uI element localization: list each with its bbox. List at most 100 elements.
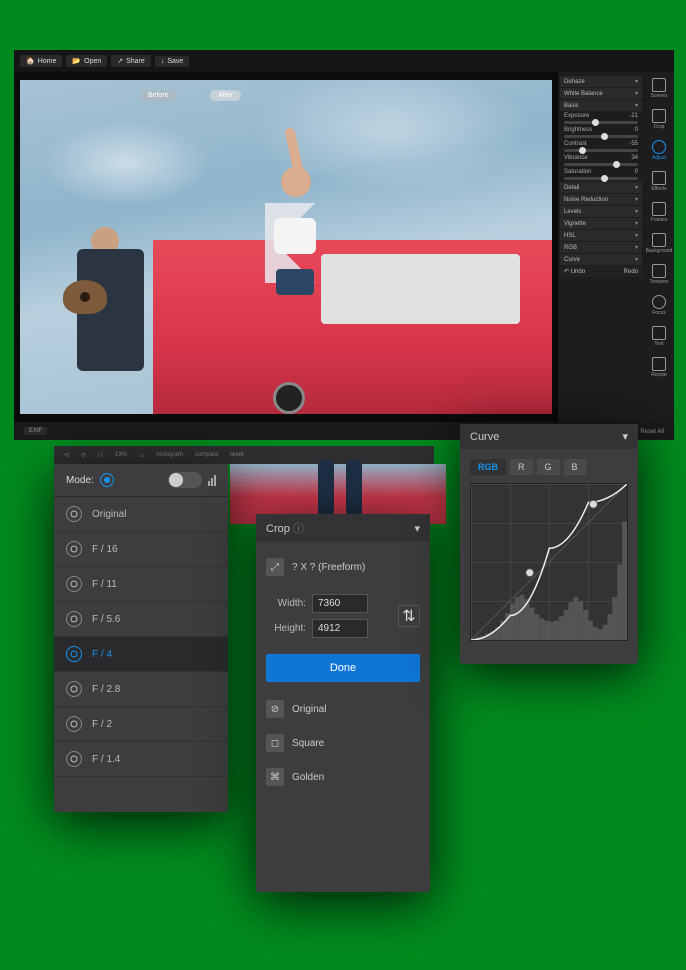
crop-preset-golden[interactable]: ⌘ Golden [266, 760, 420, 794]
tool-background[interactable]: Background [647, 233, 671, 254]
curve-header: Curve▾ [460, 424, 638, 449]
preset-label: Original [292, 704, 326, 715]
channel-r[interactable]: R [510, 459, 533, 475]
aperture-panel: Mode: Original F / 16 F / 11 F / 5.6 F / 4 F … [54, 464, 228, 812]
redo-button[interactable]: Redo [624, 269, 638, 275]
tool-recipe[interactable]: Recipe [647, 357, 671, 378]
adjust-panel: Dehaze▾ White Balance▾ Basic▾ Exposure-2… [558, 72, 644, 422]
tool-text[interactable]: Text [647, 326, 671, 347]
aperture-icon [66, 681, 82, 697]
home-button[interactable]: 🏠 Home [20, 55, 62, 67]
section-hsl[interactable]: HSL▾ [560, 230, 642, 241]
aperture-icon [66, 646, 82, 662]
save-label: Save [167, 58, 183, 65]
photo-person-guitar [63, 227, 159, 414]
photo-person-arms-up [243, 127, 360, 381]
aperture-item-2[interactable]: F / 11 [54, 567, 228, 602]
vibrance-slider[interactable]: Vibrance34 [560, 154, 642, 167]
aperture-label: F / 1.4 [92, 754, 120, 765]
section-basic[interactable]: Basic▾ [560, 100, 642, 111]
freeform-icon: ⤢ [266, 558, 284, 576]
tool-strip: Scenes Crop Adjust Effects Frames Backgr… [644, 72, 674, 422]
aperture-label: F / 2.8 [92, 684, 120, 695]
linear-mode-icon[interactable] [208, 474, 216, 486]
height-input[interactable] [312, 619, 368, 638]
crop-freeform-row[interactable]: ⤢? X ? (Freeform) [266, 558, 420, 576]
photo-legs [310, 460, 370, 520]
after-label[interactable]: After [210, 90, 241, 101]
radial-mode-icon[interactable] [100, 473, 114, 487]
aperture-list: Original F / 16 F / 11 F / 5.6 F / 4 F / 2.8 F… [54, 497, 228, 777]
swap-dimensions-button[interactable]: ⇅ [398, 605, 420, 627]
saturation-slider[interactable]: Saturation0 [560, 168, 642, 181]
tool-textures[interactable]: Textures [647, 264, 671, 285]
collapse-icon[interactable]: ▾ [414, 522, 420, 535]
image-canvas[interactable]: Before After [20, 80, 552, 414]
mode-toggle[interactable] [168, 472, 202, 488]
preset-icon: ⌘ [266, 768, 284, 786]
crop-preset-square[interactable]: ◻ Square [266, 726, 420, 760]
section-noise-reduction[interactable]: Noise Reduction▾ [560, 194, 642, 205]
crop-panel: Crop ⓘ▾ ⤢? X ? (Freeform) Width: Height:… [256, 514, 430, 892]
tool-effects[interactable]: Effects [647, 171, 671, 192]
preset-label: Golden [292, 772, 324, 783]
channel-rgb[interactable]: RGB [470, 459, 506, 475]
tool-adjust[interactable]: Adjust [647, 140, 671, 161]
undo-button[interactable]: ↶ Undo [564, 268, 585, 275]
tool-crop[interactable]: Crop [647, 109, 671, 130]
exif-dropdown[interactable]: EXIF [24, 427, 47, 435]
aperture-item-7[interactable]: F / 1.4 [54, 742, 228, 777]
aperture-item-4[interactable]: F / 4 [54, 637, 228, 672]
crop-preset-original[interactable]: ⊘ Original [266, 692, 420, 726]
aperture-label: F / 4 [92, 649, 112, 660]
open-label: Open [84, 58, 101, 65]
done-button[interactable]: Done [266, 654, 420, 682]
aperture-label: Original [92, 509, 126, 520]
aperture-icon [66, 576, 82, 592]
preset-icon: ⊘ [266, 700, 284, 718]
exposure-slider[interactable]: Exposure-21 [560, 112, 642, 125]
before-label[interactable]: Before [140, 90, 177, 101]
preset-label: Square [292, 738, 324, 749]
curve-panel: Curve▾ RGBRGB [460, 424, 638, 664]
section-vignette[interactable]: Vignette▾ [560, 218, 642, 229]
aperture-icon [66, 611, 82, 627]
aperture-label: F / 11 [92, 579, 117, 590]
aperture-label: F / 2 [92, 719, 112, 730]
width-input[interactable] [312, 594, 368, 613]
mode-label: Mode: [66, 475, 94, 486]
open-button[interactable]: 📂 Open [66, 55, 107, 67]
aperture-icon [66, 716, 82, 732]
section-levels[interactable]: Levels▾ [560, 206, 642, 217]
preset-icon: ◻ [266, 734, 284, 752]
channel-b[interactable]: B [564, 459, 586, 475]
photo-guitar [63, 280, 107, 314]
aperture-icon [66, 541, 82, 557]
curve-editor[interactable] [470, 483, 628, 641]
aperture-icon [66, 506, 82, 522]
section-curve[interactable]: Curve▾ [560, 254, 642, 265]
section-rgb[interactable]: RGB▾ [560, 242, 642, 253]
channel-g[interactable]: G [537, 459, 560, 475]
tool-frames[interactable]: Frames [647, 202, 671, 223]
save-button[interactable]: ↓ Save [155, 56, 189, 67]
tool-scenes[interactable]: Scenes [647, 78, 671, 99]
contrast-slider[interactable]: Contrast-55 [560, 140, 642, 153]
section-white-balance[interactable]: White Balance▾ [560, 88, 642, 99]
collapse-icon[interactable]: ▾ [622, 430, 628, 443]
brightness-slider[interactable]: Brightness0 [560, 126, 642, 139]
top-toolbar: 🏠 Home 📂 Open ↗ Share ↓ Save [14, 50, 674, 72]
height-label: Height: [266, 623, 306, 634]
aperture-item-3[interactable]: F / 5.6 [54, 602, 228, 637]
share-button[interactable]: ↗ Share [111, 55, 151, 67]
aperture-item-0[interactable]: Original [54, 497, 228, 532]
aperture-item-5[interactable]: F / 2.8 [54, 672, 228, 707]
width-label: Width: [266, 598, 306, 609]
section-detail[interactable]: Detail▾ [560, 182, 642, 193]
aperture-item-1[interactable]: F / 16 [54, 532, 228, 567]
aperture-item-6[interactable]: F / 2 [54, 707, 228, 742]
reset-all-button[interactable]: ↻ Reset All [634, 428, 664, 435]
crop-header: Crop ⓘ▾ [256, 514, 430, 542]
tool-focus[interactable]: Focus [647, 295, 671, 316]
section-dehaze[interactable]: Dehaze▾ [560, 76, 642, 87]
